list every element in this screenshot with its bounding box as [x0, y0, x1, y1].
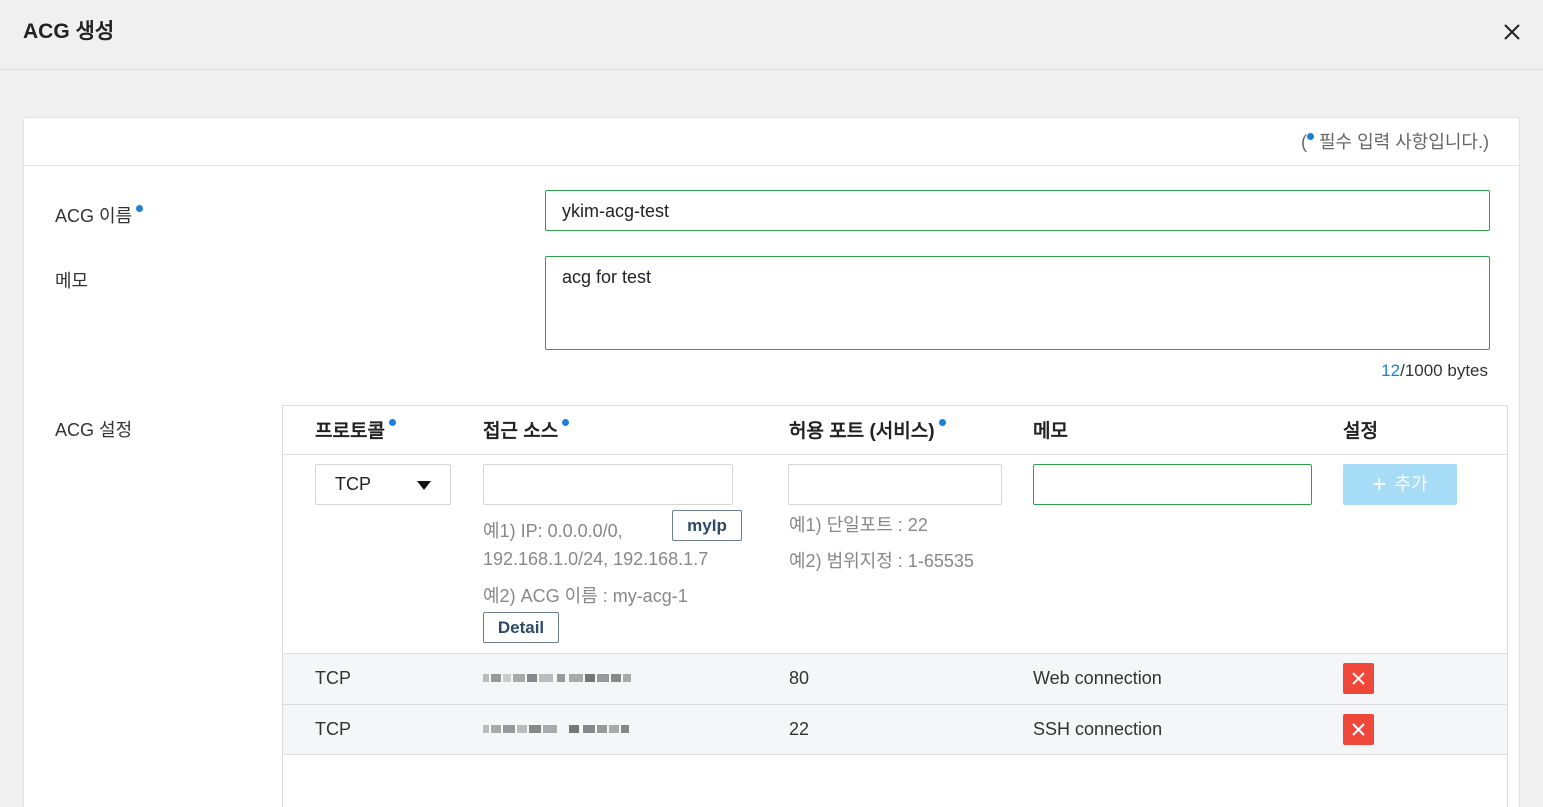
delete-rule-button[interactable]: [1343, 663, 1374, 694]
close-icon[interactable]: [1500, 20, 1524, 44]
dialog-title: ACG 생성: [23, 20, 115, 43]
table-row: TCP 80 Web connection: [283, 653, 1507, 704]
port-hint-single: 예1) 단일포트 : 22: [789, 515, 928, 535]
acg-rule-table: 프로토콜 접근 소스 허용 포트 (서비스) 메모 설정 TCP myIp 예1…: [282, 405, 1508, 807]
source-input[interactable]: [483, 464, 733, 505]
source-hint-acg: 예2) ACG 이름 : my-acg-1: [483, 586, 688, 606]
redacted-source: [483, 725, 629, 733]
rule-memo-input[interactable]: [1033, 464, 1312, 505]
acg-name-input[interactable]: ykim-acg-test: [545, 190, 1490, 231]
add-rule-button[interactable]: + 추가: [1343, 464, 1457, 505]
port-input[interactable]: [788, 464, 1002, 505]
caret-down-icon: [417, 481, 431, 490]
header-protocol: 프로토콜: [315, 416, 396, 443]
protocol-select[interactable]: TCP: [315, 464, 451, 505]
rule-port: 22: [789, 719, 810, 739]
required-note-row: ( 필수 입력 사항입니다.): [24, 118, 1519, 166]
header-source: 접근 소스: [483, 416, 570, 443]
header-port: 허용 포트 (서비스): [789, 416, 946, 443]
required-dot-icon: [136, 205, 144, 212]
required-dot-icon: [938, 419, 946, 426]
required-dot-icon: [388, 419, 396, 426]
redacted-source: [483, 674, 631, 682]
acg-settings-label: ACG 설정: [55, 420, 133, 440]
rule-port: 80: [789, 668, 810, 688]
header-divider: [283, 454, 1507, 455]
source-hint-ip-line1: 예1) IP: 0.0.0.0/0,: [483, 521, 623, 541]
form-panel: ( 필수 입력 사항입니다.) ACG 이름 ykim-acg-test 메모 …: [23, 117, 1520, 807]
memo-byte-counter: 12/1000 bytes: [1381, 361, 1488, 380]
delete-x-icon: [1352, 723, 1365, 736]
required-dot-icon: [1306, 133, 1314, 140]
header-settings: 설정: [1343, 421, 1378, 442]
rule-protocol: TCP: [315, 719, 351, 739]
memo-textarea[interactable]: acg for test: [545, 256, 1490, 350]
required-dot-icon: [562, 419, 570, 426]
source-hint-ip-line2: 192.168.1.0/24, 192.168.1.7: [483, 549, 709, 569]
detail-button[interactable]: Detail: [483, 612, 559, 643]
delete-rule-button[interactable]: [1343, 714, 1374, 745]
table-row: TCP 22 SSH connection: [283, 704, 1507, 755]
rule-memo: Web connection: [1033, 668, 1162, 688]
delete-x-icon: [1352, 672, 1365, 685]
rule-memo: SSH connection: [1033, 719, 1163, 739]
header-memo: 메모: [1033, 421, 1068, 442]
port-hint-range: 예2) 범위지정 : 1-65535: [789, 551, 974, 571]
dialog-header: ACG 생성: [0, 0, 1543, 70]
plus-icon: +: [1372, 471, 1387, 498]
myip-button[interactable]: myIp: [672, 510, 742, 541]
rule-protocol: TCP: [315, 668, 351, 688]
memo-label: 메모: [55, 271, 89, 291]
required-note: ( 필수 입력 사항입니다.): [1300, 132, 1489, 152]
acg-name-label: ACG 이름: [55, 202, 144, 228]
